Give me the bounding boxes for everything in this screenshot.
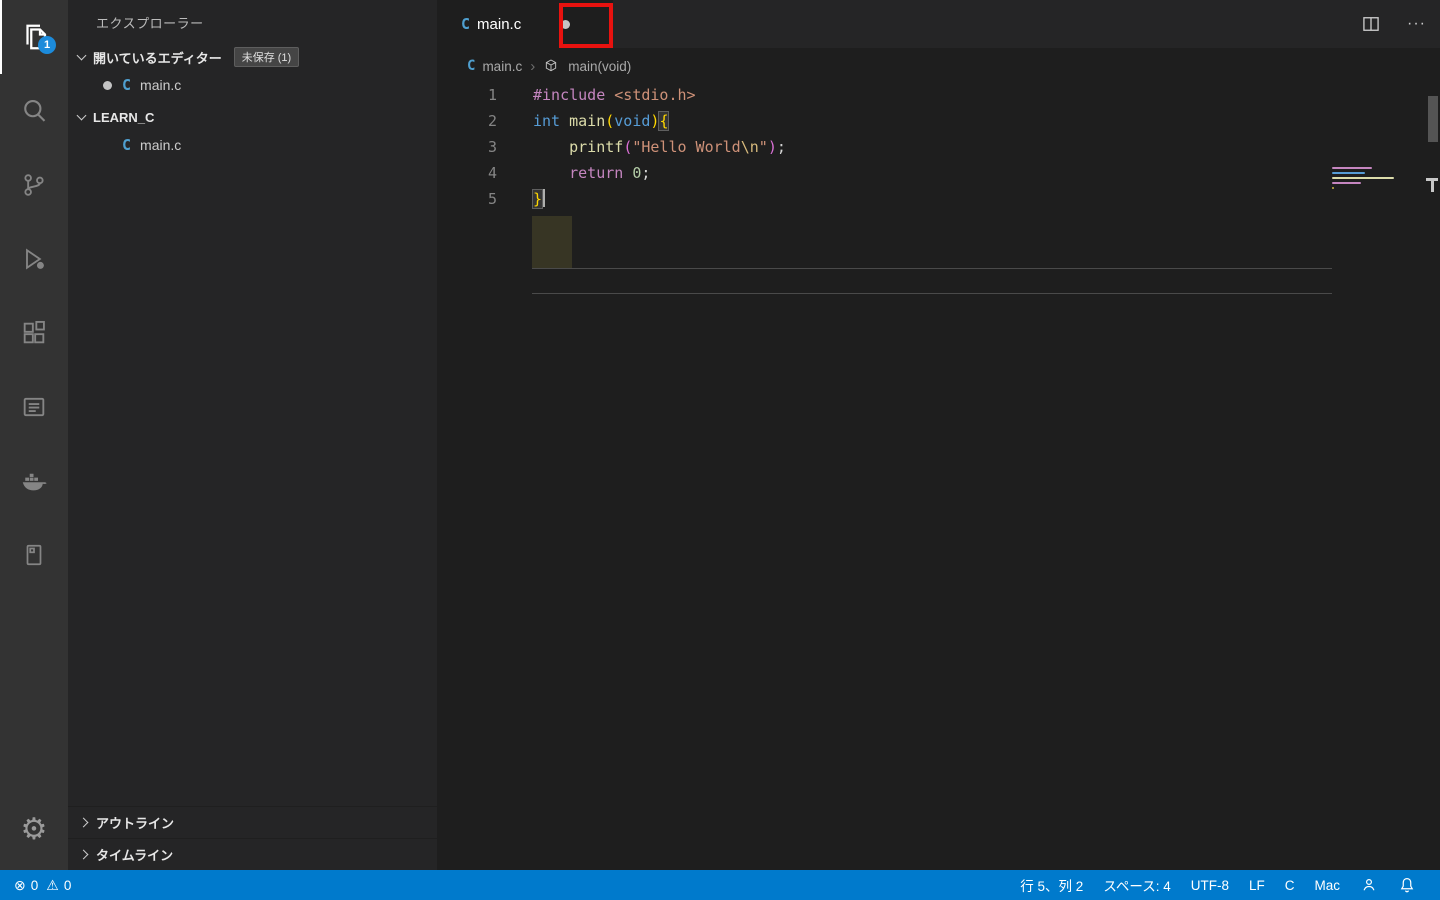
activity-item-search[interactable] xyxy=(0,74,68,148)
tab-unsaved-dot-icon[interactable] xyxy=(561,19,571,29)
activity-item-notebook[interactable] xyxy=(0,518,68,592)
c-file-icon: C xyxy=(461,15,471,33)
line-number[interactable]: 5 xyxy=(437,186,497,212)
code-line[interactable]: 2 int main(void){ xyxy=(437,108,1440,134)
language-mode-status[interactable]: C xyxy=(1285,878,1295,893)
breadcrumb: C main.c › main(void) xyxy=(437,48,1440,84)
split-editor-icon[interactable] xyxy=(1361,14,1381,34)
open-editors-header[interactable]: 開いているエディター 未保存 (1) xyxy=(68,44,437,70)
breadcrumb-file[interactable]: main.c xyxy=(482,59,522,74)
search-icon xyxy=(20,97,48,125)
line-number[interactable]: 1 xyxy=(437,82,497,108)
c-file-icon: C xyxy=(122,136,132,154)
tree-item-main-c[interactable]: C main.c xyxy=(68,130,437,160)
open-editor-item-main-c[interactable]: C main.c xyxy=(68,70,437,100)
problems-indicator[interactable]: ⊗ 0 xyxy=(14,877,38,894)
activity-item-source-control[interactable] xyxy=(0,148,68,222)
error-count: 0 xyxy=(30,877,39,893)
c-file-icon: C xyxy=(122,76,132,94)
activity-item-extensions[interactable] xyxy=(0,296,68,370)
code-text: return 0; xyxy=(569,164,651,182)
open-editors-label: 開いているエディター xyxy=(93,50,222,66)
tree-file-label: main.c xyxy=(140,137,182,153)
chevron-down-icon xyxy=(76,110,87,121)
error-icon: ⊗ xyxy=(14,876,26,893)
code-text: int main(void){ xyxy=(533,112,669,130)
activity-item-output-list[interactable] xyxy=(0,370,68,444)
remote-os-status[interactable]: Mac xyxy=(1314,878,1340,893)
line-number[interactable]: 3 xyxy=(437,134,497,160)
status-bar: ⊗ 0 ⚠ 0 行 5、列 2 スペース: 4 UTF-8 LF C Mac xyxy=(0,870,1440,900)
cursor-position-status[interactable]: 行 5、列 2 xyxy=(1020,875,1083,895)
code-text: printf("Hello World\n"); xyxy=(569,138,786,156)
list-box-icon xyxy=(20,393,48,421)
warning-count: 0 xyxy=(63,877,72,893)
unsaved-badge: 未保存 (1) xyxy=(233,47,300,67)
outline-section-header[interactable]: アウトライン xyxy=(68,806,437,838)
code-lines: 1 #include <stdio.h> 2 int main(void){ 3 pri… xyxy=(437,82,1440,212)
timeline-section-header[interactable]: タイムライン xyxy=(68,838,437,870)
editor-actions: ··· xyxy=(1361,0,1426,48)
warnings-indicator[interactable]: ⚠ 0 xyxy=(46,877,71,894)
activity-item-docker[interactable] xyxy=(0,444,68,518)
line-number[interactable]: 4 xyxy=(437,160,497,186)
extensions-icon xyxy=(20,319,48,347)
tab-bar: C main.c ··· xyxy=(437,0,1440,48)
vscode-window: 1 ⚙ エクスプローラー 開いているエディター 未保存 (1) C main.c… xyxy=(0,0,1440,900)
eol-status[interactable]: LF xyxy=(1249,878,1265,893)
sidebar-bottom-sections: アウトライン タイムライン xyxy=(68,806,437,870)
code-line[interactable]: 1 #include <stdio.h> xyxy=(437,82,1440,108)
open-editor-file-label: main.c xyxy=(140,77,182,93)
activity-item-explorer[interactable]: 1 xyxy=(0,0,68,74)
tab-label: main.c xyxy=(477,15,522,33)
feedback-icon[interactable] xyxy=(1360,876,1378,894)
more-actions-icon[interactable]: ··· xyxy=(1407,15,1426,33)
indentation-status[interactable]: スペース: 4 xyxy=(1103,875,1170,895)
breadcrumb-symbol[interactable]: main(void) xyxy=(568,59,631,74)
notifications-bell-icon[interactable] xyxy=(1398,876,1416,894)
code-line[interactable]: 4 return 0; xyxy=(437,160,1440,186)
status-right: 行 5、列 2 スペース: 4 UTF-8 LF C Mac xyxy=(1010,875,1426,895)
symbol-cube-icon xyxy=(543,58,559,74)
activity-item-settings[interactable]: ⚙ xyxy=(0,800,68,860)
gear-icon: ⚙ xyxy=(20,813,48,846)
git-branch-icon xyxy=(20,171,48,199)
workspace-section: LEARN_C C main.c xyxy=(68,104,437,160)
code-line[interactable]: 5} xyxy=(437,186,1440,212)
open-editors-section: 開いているエディター 未保存 (1) C main.c xyxy=(68,40,437,100)
activity-bar: 1 ⚙ xyxy=(0,0,68,870)
debug-play-icon xyxy=(20,245,48,273)
code-text: } xyxy=(497,186,546,212)
explorer-sidebar: エクスプローラー 開いているエディター 未保存 (1) C main.c LEA… xyxy=(68,0,437,870)
text-cursor xyxy=(543,189,546,207)
timeline-label: タイムライン xyxy=(96,848,174,863)
workspace-folder-header[interactable]: LEARN_C xyxy=(68,104,437,130)
status-left: ⊗ 0 ⚠ 0 xyxy=(14,877,79,894)
workspace-folder-label: LEARN_C xyxy=(93,109,155,125)
chevron-down-icon xyxy=(76,50,87,61)
breadcrumb-separator-icon: › xyxy=(530,57,536,75)
current-line-highlight xyxy=(532,268,1332,294)
outline-label: アウトライン xyxy=(96,816,175,831)
editor-group: C main.c ··· C main.c › main(void) 1 #in… xyxy=(437,0,1440,870)
warning-icon: ⚠ xyxy=(46,876,59,893)
activity-item-run-debug[interactable] xyxy=(0,222,68,296)
line-number[interactable]: 2 xyxy=(437,108,497,134)
c-file-icon: C xyxy=(467,58,476,74)
sidebar-title: エクスプローラー xyxy=(96,16,204,31)
chevron-right-icon xyxy=(78,817,89,828)
notebook-icon xyxy=(21,542,47,568)
indent-highlight xyxy=(532,216,572,268)
encoding-status[interactable]: UTF-8 xyxy=(1191,878,1229,893)
code-text: #include <stdio.h> xyxy=(533,86,696,104)
modified-dot-icon[interactable] xyxy=(103,80,112,90)
docker-whale-icon xyxy=(19,466,49,496)
code-line[interactable]: 3 printf("Hello World\n"); xyxy=(437,134,1440,160)
chevron-right-icon xyxy=(78,849,89,860)
code-editor[interactable]: 1 #include <stdio.h> 2 int main(void){ 3 pri… xyxy=(437,82,1440,870)
explorer-badge: 1 xyxy=(38,36,56,54)
tab-main-c[interactable]: C main.c xyxy=(437,0,613,48)
